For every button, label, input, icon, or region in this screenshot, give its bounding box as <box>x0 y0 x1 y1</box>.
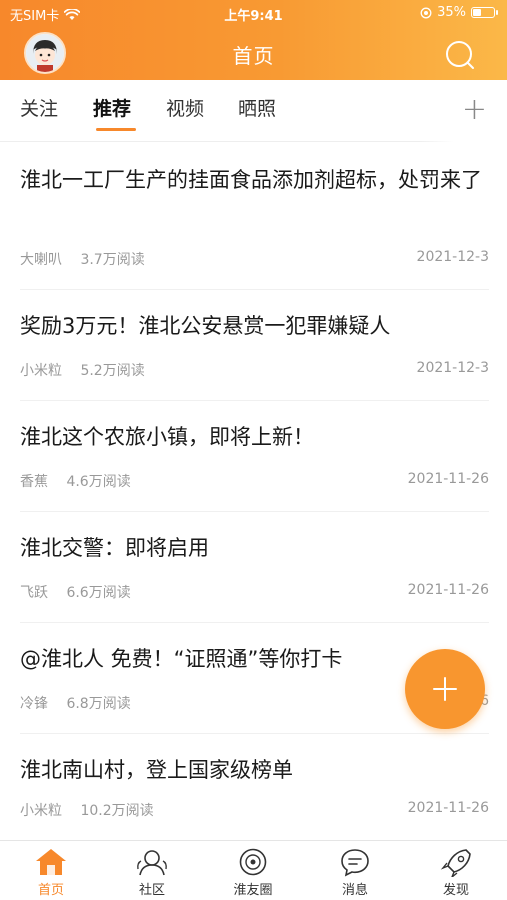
plus-icon: + <box>461 92 487 127</box>
feed-item-source: 小米粒 <box>20 803 62 819</box>
search-icon <box>446 41 474 69</box>
feed-item-date: 2021-11-26 <box>407 471 489 487</box>
tabbar-item-discover[interactable]: 发现 <box>416 847 496 898</box>
feed-item-reads: 6.8万阅读 <box>66 696 131 712</box>
tabbar-item-home[interactable]: 首页 <box>11 847 91 898</box>
tabbar-label: 发现 <box>442 883 469 898</box>
tabbar-label: 消息 <box>341 883 368 898</box>
feed-item-source: 香蕉 <box>20 474 48 490</box>
tabbar-label: 首页 <box>37 883 64 898</box>
page-title: 首页 <box>232 44 275 68</box>
compose-button[interactable] <box>405 649 485 729</box>
feed-item-title: 淮北一工厂生产的挂面食品添加剂超标，处罚来了 <box>20 168 482 192</box>
tab-photos[interactable]: 晒照 <box>238 94 276 121</box>
message-icon <box>341 849 369 877</box>
search-button[interactable] <box>443 38 477 72</box>
battery-percent: 35% <box>437 5 466 20</box>
community-icon <box>137 850 167 876</box>
feed-item[interactable]: 淮北交警：即将启用 飞跃 6.6万阅读 2021-11-26 <box>20 512 489 623</box>
tabbar-item-messages[interactable]: 消息 <box>315 847 395 898</box>
feed-item-source: 冷锋 <box>20 696 48 712</box>
tab-video[interactable]: 视频 <box>166 94 204 121</box>
feed-item[interactable]: 淮北一工厂生产的挂面食品添加剂超标，处罚来了 大喇叭 3.7万阅读 2021-1… <box>20 142 489 290</box>
rotation-lock-icon <box>420 7 432 18</box>
feed-item-reads: 4.6万阅读 <box>66 474 131 490</box>
add-channel-button[interactable]: + <box>419 80 507 142</box>
feed-item-reads: 5.2万阅读 <box>80 363 145 379</box>
feed-item-title: 淮北交警：即将启用 <box>20 536 209 560</box>
feed-item-title: 淮北南山村，登上国家级榜单 <box>20 758 293 782</box>
app-header: 无SIM卡 上午9:41 35% 首页 <box>0 0 507 80</box>
feed-item-date: 2021-11-26 <box>407 582 489 598</box>
home-icon <box>36 849 66 875</box>
feed-item-title: 奖励3万元！淮北公安悬赏一犯罪嫌疑人 <box>20 314 391 338</box>
feed-item-reads: 3.7万阅读 <box>80 252 145 268</box>
feed-item-reads: 6.6万阅读 <box>66 585 131 601</box>
feed-item-title: 淮北这个农旅小镇，即将上新！ <box>20 425 314 449</box>
friends-circle-icon <box>239 848 267 876</box>
news-feed[interactable]: 淮北一工厂生产的挂面食品添加剂超标，处罚来了 大喇叭 3.7万阅读 2021-1… <box>0 142 507 840</box>
category-tabs: 关注 推荐 视频 晒照 + <box>0 80 507 142</box>
feed-item-date: 2021-11-26 <box>407 800 489 816</box>
status-bar: 无SIM卡 上午9:41 35% <box>0 0 507 28</box>
tabbar-label: 淮友圈 <box>233 883 273 898</box>
feed-item[interactable]: 奖励3万元！淮北公安悬赏一犯罪嫌疑人 小米粒 5.2万阅读 2021-12-3 <box>20 290 489 401</box>
feed-item-date: 2021-12-3 <box>416 360 489 376</box>
feed-item-source: 小米粒 <box>20 363 62 379</box>
discover-icon <box>440 849 471 877</box>
feed-item[interactable]: 淮北南山村，登上国家级榜单 小米粒 10.2万阅读 2021-11-26 <box>20 734 489 840</box>
tabbar-item-community[interactable]: 社区 <box>112 847 192 898</box>
tab-recommend[interactable]: 推荐 <box>93 94 131 121</box>
feed-item-reads: 10.2万阅读 <box>80 803 154 819</box>
bottom-tab-bar: 首页 社区 淮友圈 消息 发现 <box>0 840 507 900</box>
feed-item-source: 大喇叭 <box>20 252 62 268</box>
active-tab-indicator <box>96 128 136 131</box>
tab-follow[interactable]: 关注 <box>20 94 58 121</box>
feed-item-source: 飞跃 <box>20 585 48 601</box>
feed-item[interactable]: 淮北这个农旅小镇，即将上新！ 香蕉 4.6万阅读 2021-11-26 <box>20 401 489 512</box>
feed-item-date: 2021-12-3 <box>416 249 489 265</box>
tabbar-item-friends-circle[interactable]: 淮友圈 <box>213 847 293 898</box>
tabbar-label: 社区 <box>138 883 165 898</box>
battery-icon <box>471 7 498 18</box>
